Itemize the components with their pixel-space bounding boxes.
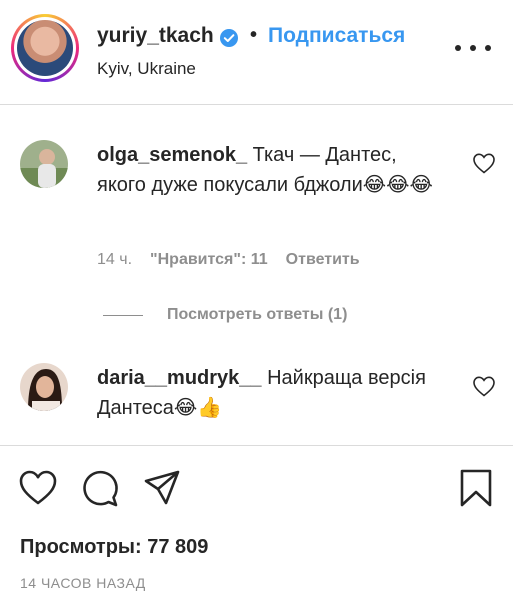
comment-likes[interactable]: "Нравится": 11 bbox=[150, 251, 268, 269]
view-replies-button[interactable]: Посмотреть ответы (1) bbox=[103, 306, 347, 324]
post-header: yuriy_tkach • Подписаться Kyiv, Ukraine bbox=[0, 0, 513, 104]
post-location[interactable]: Kyiv, Ukraine bbox=[97, 59, 196, 79]
comment-time: 14 ч. bbox=[97, 251, 133, 268]
reply-button[interactable]: Ответить bbox=[286, 251, 360, 269]
heart-icon[interactable] bbox=[18, 468, 58, 508]
profile-avatar[interactable] bbox=[11, 14, 79, 82]
view-replies-label: Посмотреть ответы (1) bbox=[167, 306, 348, 323]
like-comment-icon[interactable] bbox=[472, 375, 496, 397]
share-icon[interactable] bbox=[142, 468, 182, 508]
divider bbox=[0, 104, 513, 105]
separator-dot: • bbox=[250, 24, 258, 46]
post-actions bbox=[0, 468, 513, 508]
comment-icon[interactable] bbox=[80, 468, 120, 508]
follow-button[interactable]: Подписаться bbox=[268, 24, 405, 48]
post-time: 14 ЧАСОВ НАЗАД bbox=[20, 575, 146, 591]
comment-username[interactable]: olga_semenok_ bbox=[97, 144, 247, 166]
replies-line bbox=[103, 314, 143, 316]
more-options-icon[interactable] bbox=[455, 38, 491, 58]
commenter-avatar[interactable] bbox=[20, 140, 68, 188]
verified-badge-icon bbox=[220, 29, 238, 47]
comment-username[interactable]: daria__mudryk__ bbox=[97, 367, 262, 389]
comment-meta: 14 ч. "Нравится": 11 Ответить bbox=[97, 251, 360, 269]
bookmark-icon[interactable] bbox=[456, 468, 496, 508]
commenter-avatar[interactable] bbox=[20, 363, 68, 411]
like-comment-icon[interactable] bbox=[472, 152, 496, 174]
post-username[interactable]: yuriy_tkach bbox=[97, 24, 214, 48]
divider bbox=[0, 445, 513, 446]
views-count: Просмотры: 77 809 bbox=[20, 536, 209, 558]
